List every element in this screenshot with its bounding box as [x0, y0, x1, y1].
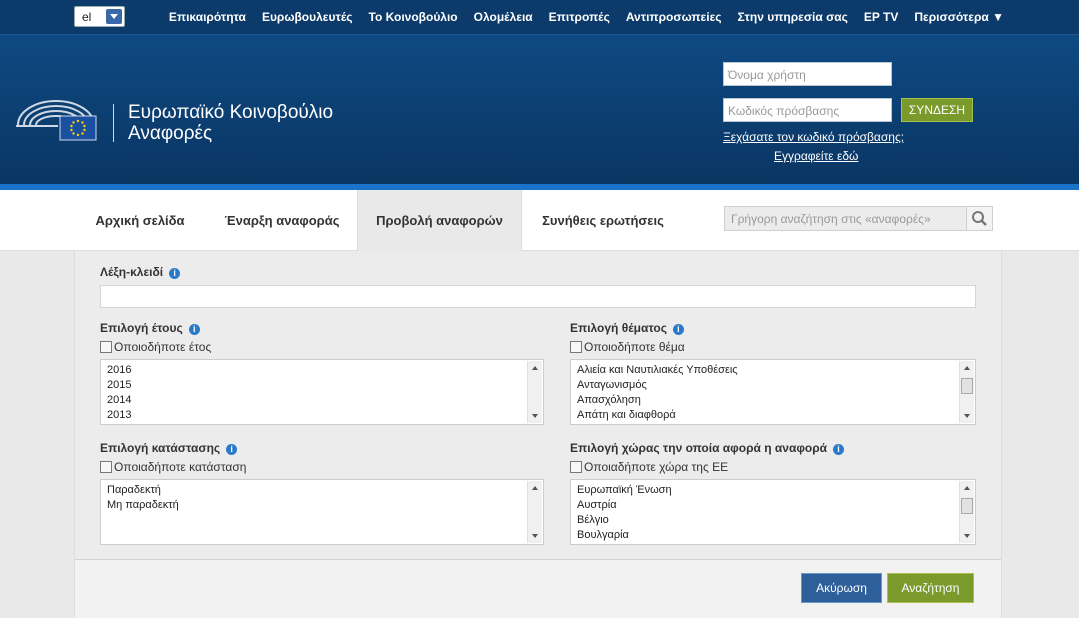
- list-item[interactable]: Βέλγιο: [577, 513, 969, 528]
- list-item[interactable]: Μη παραδεκτή: [107, 498, 537, 513]
- scroll-up-icon[interactable]: [532, 486, 538, 490]
- list-item[interactable]: Αλιεία και Ναυτιλιακές Υποθέσεις: [577, 363, 969, 378]
- register-link[interactable]: Εγγραφείτε εδώ: [774, 149, 858, 163]
- site-title[interactable]: Ευρωπαϊκό Κοινοβούλιο: [128, 102, 333, 124]
- tab-start-petition[interactable]: Έναρξη αναφοράς: [218, 190, 346, 251]
- tab-home[interactable]: Αρχική σελίδα: [86, 190, 194, 251]
- scroll-down-icon[interactable]: [532, 414, 538, 418]
- search-form: Λέξη-κλειδί i Επιλογή έτους i Οποιοδήποτε …: [74, 251, 1002, 618]
- login-button[interactable]: ΣΥΝΔΕΣΗ: [901, 98, 973, 122]
- language-select[interactable]: el: [74, 6, 125, 27]
- list-item[interactable]: Βουλγαρία: [577, 528, 969, 543]
- info-icon[interactable]: i: [169, 268, 181, 279]
- list-item[interactable]: Απασχόληση: [577, 393, 969, 408]
- nav-item-ep-tv[interactable]: EP TV: [864, 10, 898, 24]
- submit-search-button[interactable]: Αναζήτηση: [887, 573, 974, 603]
- year-label: Επιλογή έτους i: [100, 321, 200, 335]
- country-label: Επιλογή χώρας την οποία αφορά η αναφορά i: [570, 441, 845, 455]
- country-listbox[interactable]: Ευρωπαϊκή Ένωση Αυστρία Βέλγιο Βουλγαρία: [570, 479, 976, 545]
- top-bar: el Επικαιρότητα Ευρωβουλευτές Το Κοινοβο…: [0, 0, 1079, 34]
- scrollbar[interactable]: [527, 481, 542, 543]
- checkbox-icon[interactable]: [570, 461, 582, 473]
- tab-faq[interactable]: Συνήθεις ερωτήσεις: [534, 190, 672, 251]
- list-item[interactable]: Ευρωπαϊκή Ένωση: [577, 483, 969, 498]
- nav-item-meps[interactable]: Ευρωβουλευτές: [262, 10, 353, 24]
- list-item[interactable]: Ανταγωνισμός: [577, 378, 969, 393]
- info-icon[interactable]: i: [226, 444, 238, 455]
- language-value: el: [82, 10, 92, 24]
- logo-divider: [113, 104, 114, 142]
- forgot-password-link[interactable]: Ξεχάσατε τον κωδικό πρόσβασης;: [723, 130, 904, 144]
- scrollbar-thumb[interactable]: [961, 378, 973, 394]
- password-input[interactable]: Κωδικός πρόσβασης: [723, 98, 892, 122]
- keyword-label: Λέξη-κλειδί i: [100, 265, 181, 279]
- year-listbox[interactable]: 2016 2015 2014 2013: [100, 359, 544, 425]
- scroll-up-icon[interactable]: [532, 366, 538, 370]
- list-item[interactable]: Απάτη και διαφθορά: [577, 408, 969, 423]
- quick-search-input[interactable]: Γρήγορη αναζήτηση στις «αναφορές»: [724, 206, 967, 231]
- list-item[interactable]: 2016: [107, 363, 537, 378]
- nav-item-delegations[interactable]: Αντιπροσωπείες: [626, 10, 722, 24]
- tab-bar: Αρχική σελίδα Έναρξη αναφοράς Προβολή αν…: [0, 190, 1079, 251]
- chevron-down-icon[interactable]: [106, 9, 122, 24]
- nav-item-committees[interactable]: Επιτροπές: [549, 10, 610, 24]
- username-input[interactable]: Όνομα χρήστη: [723, 62, 892, 86]
- list-item[interactable]: 2013: [107, 408, 537, 423]
- checkbox-icon[interactable]: [100, 461, 112, 473]
- nav-item-at-your-service[interactable]: Στην υπηρεσία σας: [738, 10, 848, 24]
- list-item[interactable]: 2015: [107, 378, 537, 393]
- info-icon[interactable]: i: [672, 324, 684, 335]
- nav-item-news[interactable]: Επικαιρότητα: [169, 10, 246, 24]
- any-topic-checkbox[interactable]: Οποιοδήποτε θέμα: [570, 340, 685, 354]
- scrollbar-thumb[interactable]: [961, 498, 973, 514]
- list-item[interactable]: Αυστρία: [577, 498, 969, 513]
- search-button[interactable]: [966, 206, 993, 231]
- any-year-checkbox[interactable]: Οποιοδήποτε έτος: [100, 340, 211, 354]
- topic-label: Επιλογή θέματος i: [570, 321, 684, 335]
- form-actions: Ακύρωση Αναζήτηση: [75, 560, 1001, 618]
- scroll-up-icon[interactable]: [964, 366, 970, 370]
- scrollbar[interactable]: [959, 361, 974, 423]
- top-navigation: Επικαιρότητα Ευρωβουλευτές Το Κοινοβούλι…: [153, 10, 1004, 24]
- european-parliament-logo[interactable]: [14, 95, 98, 141]
- search-icon: [972, 211, 987, 226]
- site-subtitle[interactable]: Αναφορές: [128, 123, 212, 145]
- list-item[interactable]: 2014: [107, 393, 537, 408]
- tab-view-petitions[interactable]: Προβολή αναφορών: [357, 190, 522, 251]
- scrollbar[interactable]: [959, 481, 974, 543]
- topic-listbox[interactable]: Αλιεία και Ναυτιλιακές Υποθέσεις Ανταγων…: [570, 359, 976, 425]
- checkbox-icon[interactable]: [100, 341, 112, 353]
- nav-item-more[interactable]: Περισσότερα ▼: [914, 10, 1004, 24]
- scroll-down-icon[interactable]: [964, 414, 970, 418]
- scrollbar[interactable]: [527, 361, 542, 423]
- keyword-input[interactable]: [100, 285, 976, 308]
- status-listbox[interactable]: Παραδεκτή Μη παραδεκτή: [100, 479, 544, 545]
- cancel-button[interactable]: Ακύρωση: [801, 573, 882, 603]
- info-icon[interactable]: i: [833, 444, 845, 455]
- info-icon[interactable]: i: [188, 324, 200, 335]
- checkbox-icon[interactable]: [570, 341, 582, 353]
- scroll-down-icon[interactable]: [532, 534, 538, 538]
- any-status-checkbox[interactable]: Οποιαδήποτε κατάσταση: [100, 460, 246, 474]
- status-label: Επιλογή κατάστασης i: [100, 441, 238, 455]
- nav-item-parliament[interactable]: Το Κοινοβούλιο: [369, 10, 458, 24]
- list-item[interactable]: Παραδεκτή: [107, 483, 537, 498]
- nav-item-plenary[interactable]: Ολομέλεια: [474, 10, 533, 24]
- scroll-up-icon[interactable]: [964, 486, 970, 490]
- scroll-down-icon[interactable]: [964, 534, 970, 538]
- header: Ευρωπαϊκό Κοινοβούλιο Αναφορές Όνομα χρή…: [0, 34, 1079, 184]
- any-country-checkbox[interactable]: Οποιαδήποτε χώρα της ΕΕ: [570, 460, 728, 474]
